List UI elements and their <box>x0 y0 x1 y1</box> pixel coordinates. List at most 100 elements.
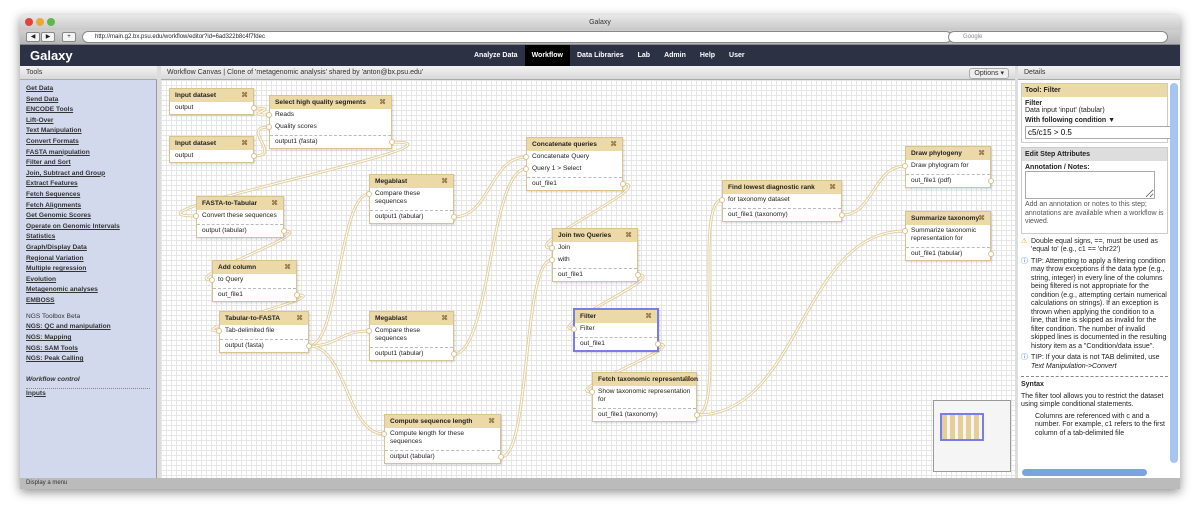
vertical-scrollbar[interactable] <box>1170 83 1178 463</box>
input-terminal[interactable] <box>381 431 387 437</box>
workflow-node[interactable]: Compute sequence length ⌘ Compute length f… <box>381 414 504 464</box>
workflow-node[interactable]: Input dataset ⌘ output <box>169 88 257 115</box>
node-header[interactable]: Input dataset ⌘ <box>170 137 253 150</box>
output-terminal[interactable] <box>451 214 457 220</box>
node-header[interactable]: Draw phylogeny ⌘ <box>906 147 990 160</box>
output-terminal[interactable] <box>694 412 700 418</box>
search-input[interactable]: Google <box>948 31 1168 43</box>
remove-node-icon[interactable]: ⌘ <box>284 263 291 271</box>
tool-section-link[interactable]: Multiple regression <box>26 264 150 275</box>
workflow-node[interactable]: Tabular-to-FASTA ⌘ Tab-delimited file outpu… <box>216 311 312 353</box>
workflow-node[interactable]: Megablast ⌘ Compare these sequences output1… <box>366 311 457 361</box>
output-terminal[interactable] <box>839 212 845 218</box>
workflow-node[interactable]: FASTA-to-Tabular ⌘ Convert these sequences… <box>193 196 287 238</box>
nav-analyze-data[interactable]: Analyze Data <box>467 45 525 66</box>
canvas-overview[interactable] <box>933 400 1011 472</box>
tool-section-link[interactable]: Evolution <box>26 275 150 286</box>
node-header[interactable]: Select high quality segments ⌘ <box>270 96 391 109</box>
node-header[interactable]: Find lowest diagnostic rank ⌘ <box>723 181 841 194</box>
remove-node-icon[interactable]: ⌘ <box>610 140 617 148</box>
condition-label[interactable]: With following condition ▼ <box>1025 117 1164 124</box>
input-terminal[interactable] <box>719 197 725 203</box>
nav-user[interactable]: User <box>722 45 752 66</box>
add-bookmark-button[interactable]: + <box>62 32 76 42</box>
condition-input[interactable] <box>1025 126 1175 139</box>
options-button[interactable]: Options ▾ <box>969 68 1009 79</box>
address-bar[interactable]: http://main.g2.bx.psu.edu/workflow/edito… <box>82 31 952 43</box>
remove-node-icon[interactable]: ⌘ <box>441 314 448 322</box>
overview-viewport[interactable] <box>940 413 984 441</box>
node-header[interactable]: Concatenate queries ⌘ <box>527 138 622 151</box>
tool-section-link[interactable]: Filter and Sort <box>26 158 150 169</box>
remove-node-icon[interactable]: ⌘ <box>271 199 278 207</box>
workflow-node[interactable]: Select high quality segments ⌘ Reads Qualit… <box>266 95 395 149</box>
nav-data-libraries[interactable]: Data Libraries <box>570 45 631 66</box>
workflow-node[interactable]: Join two Queries ⌘ Join with out_file1 <box>549 228 641 282</box>
tool-section-link[interactable]: Get Genomic Scores <box>26 211 150 222</box>
convert-link[interactable]: Text Manipulation->Convert <box>1031 363 1117 370</box>
node-header[interactable]: Fetch taxonomic representation ⌘ <box>593 373 698 386</box>
input-terminal[interactable] <box>366 191 372 197</box>
workflow-canvas[interactable]: Input dataset ⌘ output Input dataset ⌘ output… <box>161 80 1015 478</box>
nav-help[interactable]: Help <box>693 45 722 66</box>
node-header[interactable]: Tabular-to-FASTA ⌘ <box>220 312 308 325</box>
workflow-node[interactable]: Concatenate queries ⌘ Concatenate Query Que… <box>523 137 626 191</box>
remove-node-icon[interactable]: ⌘ <box>488 417 495 425</box>
tool-section-link[interactable]: Graph/Display Data <box>26 243 150 254</box>
output-terminal[interactable] <box>306 343 312 349</box>
input-terminal[interactable] <box>366 328 372 334</box>
output-terminal[interactable] <box>655 341 661 347</box>
tool-section-link[interactable]: Metagenomic analyses <box>26 285 150 296</box>
ngs-tool-link[interactable]: NGS: Peak Calling <box>26 354 150 365</box>
input-terminal[interactable] <box>209 277 215 283</box>
input-terminal[interactable] <box>266 124 272 130</box>
remove-node-icon[interactable]: ⌘ <box>645 312 652 320</box>
remove-node-icon[interactable]: ⌘ <box>241 91 248 99</box>
node-header[interactable]: Megablast ⌘ <box>370 312 453 325</box>
node-header[interactable]: Filter ⌘ <box>575 310 657 323</box>
output-terminal[interactable] <box>251 153 257 159</box>
tool-section-link[interactable]: Get Data <box>26 84 150 95</box>
annotation-textarea[interactable] <box>1025 171 1155 199</box>
back-button[interactable]: ◀ <box>26 32 40 42</box>
input-terminal[interactable] <box>266 112 272 118</box>
forward-button[interactable]: ▶ <box>41 32 55 42</box>
remove-node-icon[interactable]: ⌘ <box>829 183 836 191</box>
tool-section-link[interactable]: Operate on Genomic Intervals <box>26 222 150 233</box>
tool-section-link[interactable]: Extract Features <box>26 179 150 190</box>
output-terminal[interactable] <box>620 181 626 187</box>
remove-node-icon[interactable]: ⌘ <box>684 375 691 383</box>
tool-section-link[interactable]: Join, Subtract and Group <box>26 169 150 180</box>
input-terminal[interactable] <box>902 163 908 169</box>
remove-node-icon[interactable]: ⌘ <box>241 139 248 147</box>
minimize-window-button[interactable] <box>36 18 44 26</box>
galaxy-logo[interactable]: Galaxy <box>30 48 73 63</box>
workflow-node[interactable]: Summarize taxonomy ⌘ Summarize taxonomic r… <box>902 211 994 261</box>
output-terminal[interactable] <box>451 351 457 357</box>
tool-section-link[interactable]: FASTA manipulation <box>26 148 150 159</box>
output-terminal[interactable] <box>281 228 287 234</box>
remove-node-icon[interactable]: ⌘ <box>379 98 386 106</box>
input-terminal[interactable] <box>523 154 529 160</box>
input-terminal[interactable] <box>549 257 555 263</box>
remove-node-icon[interactable]: ⌘ <box>978 149 985 157</box>
inputs-link[interactable]: Inputs <box>26 389 150 400</box>
node-header[interactable]: Add column ⌘ <box>213 261 296 274</box>
nav-workflow[interactable]: Workflow <box>524 45 570 66</box>
input-terminal[interactable] <box>589 389 595 395</box>
tool-section-link[interactable]: Statistics <box>26 232 150 243</box>
output-terminal[interactable] <box>294 292 300 298</box>
tool-section-link[interactable]: Send Data <box>26 95 150 106</box>
workflow-node[interactable]: Filter ⌘ Filter out_file1 <box>571 308 661 352</box>
output-terminal[interactable] <box>389 139 395 145</box>
input-terminal[interactable] <box>571 326 577 332</box>
workflow-node[interactable]: Find lowest diagnostic rank ⌘ for taxonomy… <box>719 180 845 222</box>
remove-node-icon[interactable]: ⌘ <box>978 214 985 222</box>
output-terminal[interactable] <box>251 105 257 111</box>
tool-section-link[interactable]: Lift-Over <box>26 116 150 127</box>
input-terminal[interactable] <box>193 213 199 219</box>
tool-section-link[interactable]: Text Manipulation <box>26 126 150 137</box>
remove-node-icon[interactable]: ⌘ <box>296 314 303 322</box>
nav-lab[interactable]: Lab <box>631 45 657 66</box>
tool-section-link[interactable]: Fetch Sequences <box>26 190 150 201</box>
